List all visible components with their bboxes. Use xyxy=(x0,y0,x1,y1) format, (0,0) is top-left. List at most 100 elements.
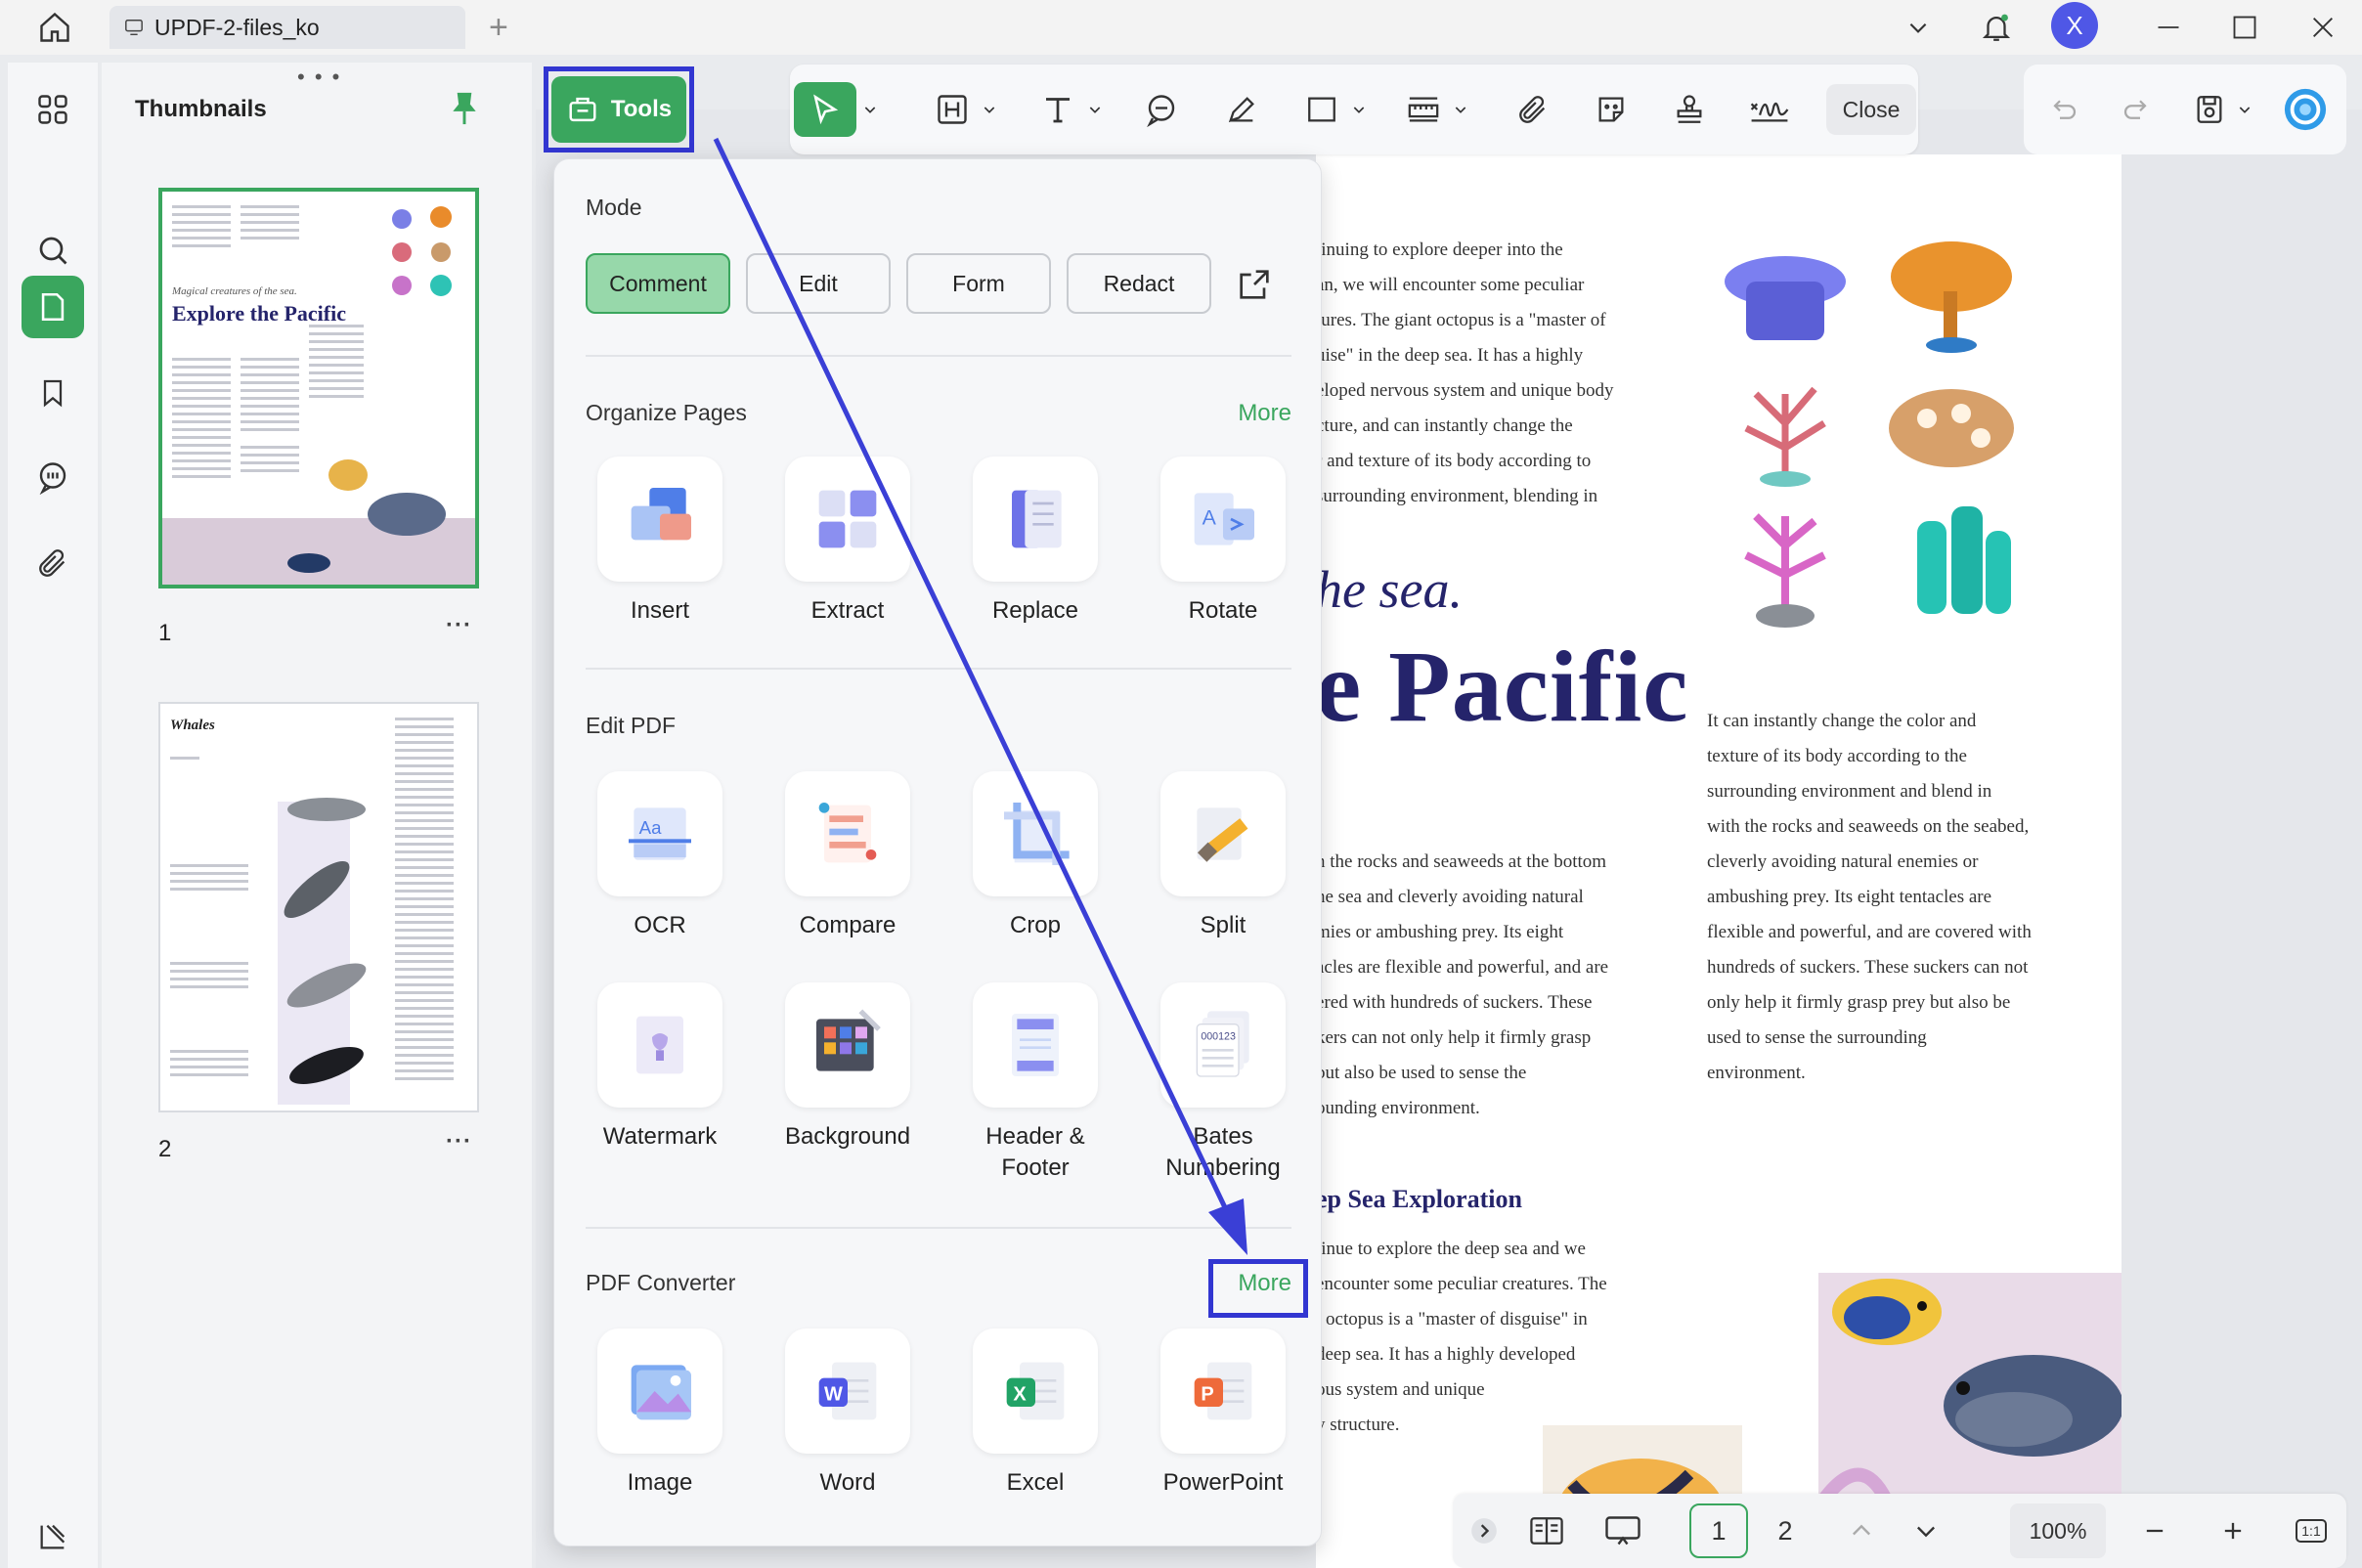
tools-dropdown-menu: Mode Comment Edit Form Redact Organize P… xyxy=(553,158,1322,1546)
pin-button[interactable] xyxy=(450,90,479,132)
minimize-icon xyxy=(2155,14,2182,41)
home-button[interactable] xyxy=(29,4,80,51)
divider xyxy=(586,1227,1291,1229)
convert-excel-tool[interactable]: X Excel xyxy=(957,1328,1114,1499)
signature-tool-button[interactable] xyxy=(1742,82,1797,137)
open-external-button[interactable] xyxy=(1235,265,1274,309)
close-window-button[interactable] xyxy=(2297,4,2348,51)
stamp-tool-button[interactable] xyxy=(1666,82,1713,137)
extract-pages-icon xyxy=(809,480,887,558)
apps-button[interactable] xyxy=(22,78,84,141)
watermark-tool[interactable]: Watermark xyxy=(582,982,738,1153)
ocr-tool[interactable]: Aa OCR xyxy=(582,771,738,941)
minimize-button[interactable] xyxy=(2143,4,2194,51)
thumbnail-more-button[interactable]: ··· xyxy=(446,1128,472,1155)
maximize-button[interactable] xyxy=(2219,4,2270,51)
tabs-dropdown-button[interactable] xyxy=(1893,4,1944,51)
insert-pages-icon xyxy=(621,480,699,558)
pin-icon xyxy=(450,90,479,127)
measure-tool-button[interactable] xyxy=(1400,82,1447,137)
stamp-icon xyxy=(1673,93,1706,126)
previous-page-button[interactable] xyxy=(1834,1503,1889,1558)
converter-more-highlight xyxy=(1208,1259,1308,1318)
sticker-tool-button[interactable] xyxy=(1588,82,1635,137)
page-2-button[interactable]: 2 xyxy=(1756,1503,1815,1558)
pencil-tool-button[interactable] xyxy=(1218,82,1265,137)
save-dropdown[interactable] xyxy=(2233,82,2256,137)
mode-redact-button[interactable]: Redact xyxy=(1067,253,1211,314)
document-tab[interactable]: UPDF-2-files_ko xyxy=(109,6,465,49)
select-tool-dropdown[interactable] xyxy=(858,82,882,137)
page-1-button[interactable]: 1 xyxy=(1689,1503,1748,1558)
comment-tool-button[interactable] xyxy=(1138,82,1185,137)
convert-image-tool[interactable]: Image xyxy=(582,1328,738,1499)
rotate-tool[interactable]: A Rotate xyxy=(1145,457,1301,627)
extract-tool[interactable]: Extract xyxy=(769,457,926,627)
avatar[interactable]: X xyxy=(2051,2,2098,49)
zoom-out-button[interactable] xyxy=(2127,1503,2182,1558)
presentation-button[interactable] xyxy=(1594,1503,1652,1558)
zoom-in-button[interactable] xyxy=(2206,1503,2260,1558)
bates-numbering-tool[interactable]: 000123 Bates Numbering xyxy=(1145,982,1301,1184)
thumbnail-more-button[interactable]: ··· xyxy=(446,612,472,639)
document-column-2: It can instantly change the color andtex… xyxy=(1707,704,2098,1091)
background-tool[interactable]: Background xyxy=(769,982,926,1153)
panel-resize-handle[interactable]: • • • xyxy=(297,65,341,90)
compare-tool[interactable]: Compare xyxy=(769,771,926,941)
search-button[interactable] xyxy=(22,219,84,282)
comments-button[interactable] xyxy=(22,446,84,508)
highlight-tool-dropdown[interactable] xyxy=(978,82,1001,137)
image-icon xyxy=(621,1352,699,1430)
text-tool-button[interactable] xyxy=(1034,82,1081,137)
thumbnail-page-2[interactable]: Whales xyxy=(158,702,479,1112)
book-icon xyxy=(1528,1514,1565,1547)
grid-icon xyxy=(35,92,70,127)
chevron-down-icon xyxy=(1912,1517,1940,1545)
convert-powerpoint-tool[interactable]: P PowerPoint xyxy=(1145,1328,1301,1499)
insert-tool[interactable]: Insert xyxy=(582,457,738,627)
rotate-pages-icon: A xyxy=(1184,480,1262,558)
attach-file-button[interactable] xyxy=(1509,82,1556,137)
expand-bar-button[interactable] xyxy=(1463,1503,1506,1558)
tools-button[interactable]: Tools xyxy=(551,76,686,143)
actual-size-button[interactable]: 1:1 xyxy=(2284,1503,2339,1558)
split-tool[interactable]: Split xyxy=(1145,771,1301,941)
excel-icon: X xyxy=(996,1352,1074,1430)
page-layout-button[interactable] xyxy=(1519,1503,1574,1558)
search-icon xyxy=(35,233,70,268)
header-footer-tool[interactable]: Header & Footer xyxy=(957,982,1114,1184)
save-button[interactable] xyxy=(2186,82,2233,137)
word-icon: W xyxy=(809,1352,887,1430)
crop-tool[interactable]: Crop xyxy=(957,771,1114,941)
thumbnail-page-1[interactable]: Magical creatures of the sea. Explore th… xyxy=(158,188,479,588)
save-icon xyxy=(2193,93,2226,126)
bookmarks-button[interactable] xyxy=(22,362,84,424)
thumbnails-panel: • • • Thumbnails Magical creatures of th… xyxy=(102,63,532,1568)
redo-button[interactable] xyxy=(2112,82,2159,137)
shape-tool-dropdown[interactable] xyxy=(1347,82,1371,137)
next-page-button[interactable] xyxy=(1899,1503,1953,1558)
measure-tool-dropdown[interactable] xyxy=(1449,82,1472,137)
organize-more-link[interactable]: More xyxy=(1238,400,1291,427)
undo-button[interactable] xyxy=(2041,82,2088,137)
mode-form-button[interactable]: Form xyxy=(906,253,1051,314)
convert-word-tool[interactable]: W Word xyxy=(769,1328,926,1499)
mode-comment-button[interactable]: Comment xyxy=(586,253,730,314)
select-tool-button[interactable] xyxy=(794,82,856,137)
ai-assistant-button[interactable] xyxy=(2278,82,2333,137)
shape-tool-button[interactable] xyxy=(1298,82,1345,137)
highlight-tool-button[interactable] xyxy=(929,82,976,137)
svg-text:X: X xyxy=(1013,1383,1027,1405)
notifications-button[interactable] xyxy=(1971,4,2022,51)
title-bar: UPDF-2-files_ko + X xyxy=(0,0,2362,55)
zoom-level[interactable]: 100% xyxy=(2010,1503,2106,1558)
text-tool-dropdown[interactable] xyxy=(1083,82,1107,137)
replace-tool[interactable]: Replace xyxy=(957,457,1114,627)
attachments-button[interactable] xyxy=(22,532,84,594)
thumbnails-button[interactable] xyxy=(22,276,84,338)
layers-button[interactable] xyxy=(22,1505,84,1568)
mode-edit-button[interactable]: Edit xyxy=(746,253,891,314)
new-tab-button[interactable]: + xyxy=(489,8,508,47)
close-tool-button[interactable]: Close xyxy=(1826,84,1916,135)
document-heading: ep Sea Exploration xyxy=(1316,1185,1522,1214)
